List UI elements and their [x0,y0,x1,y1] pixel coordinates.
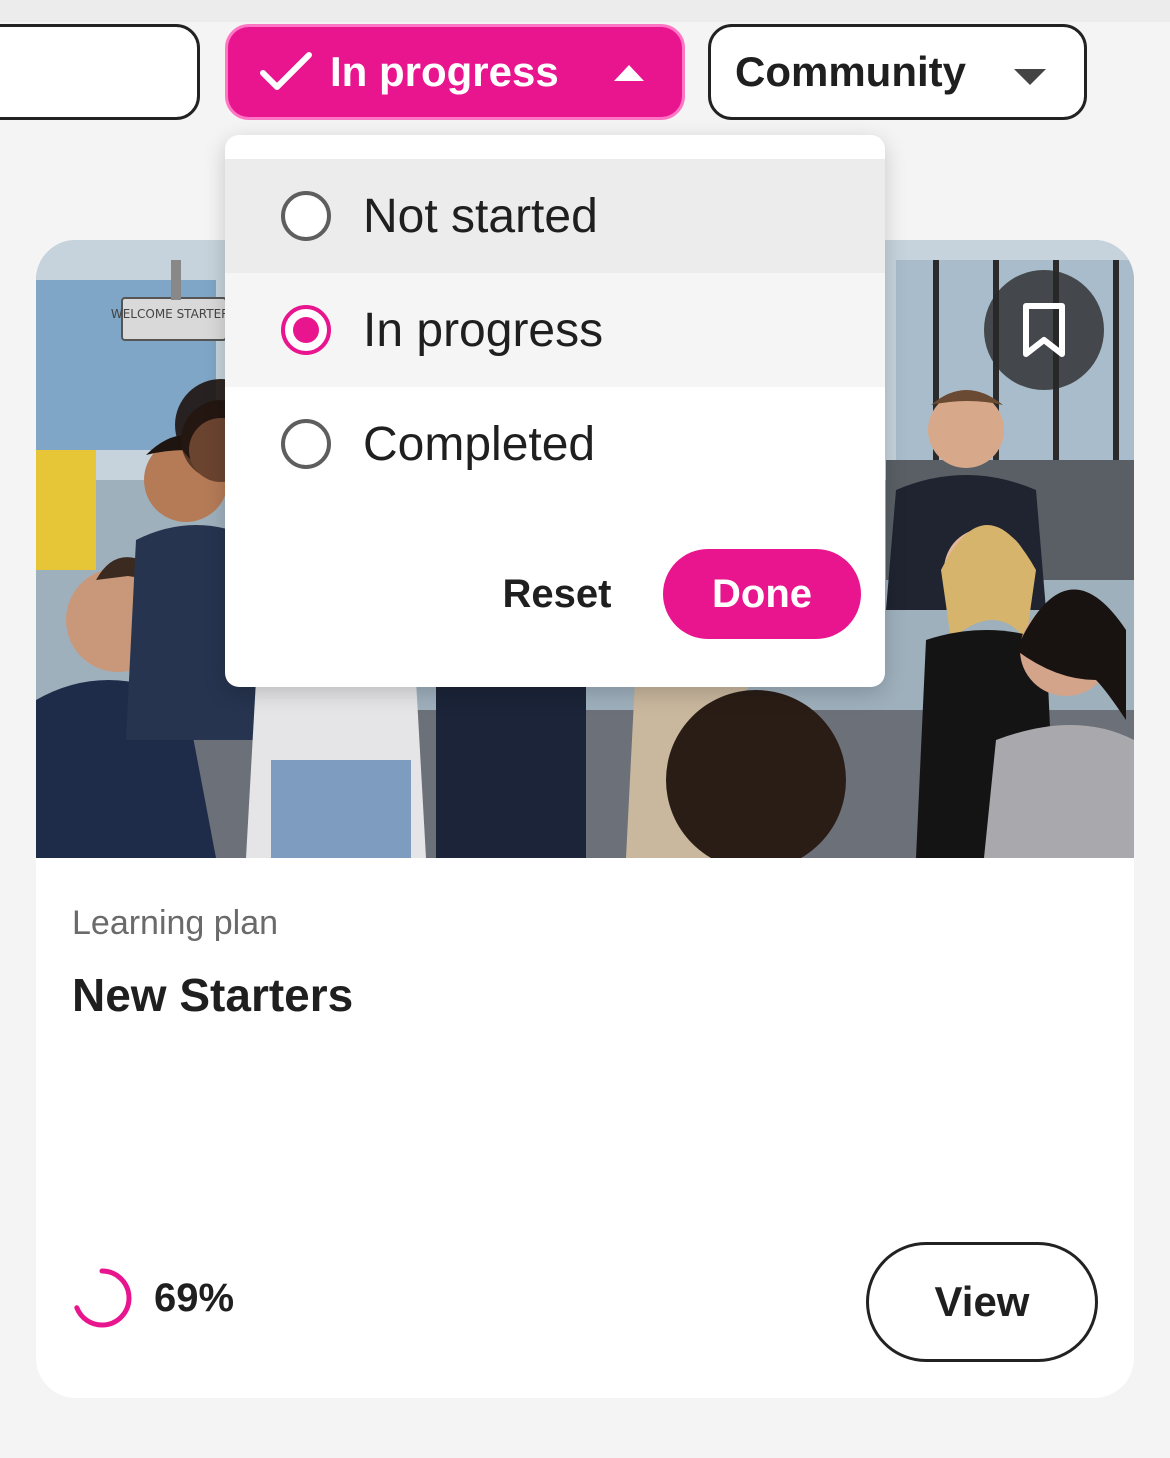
card-type-label: Learning plan [72,904,279,942]
status-dropdown: Not started In progress Completed Reset … [225,135,885,687]
card-title[interactable]: New Starters [72,968,353,1022]
progress-percent: 69% [154,1275,235,1320]
option-label: Completed [363,417,596,471]
community-filter-label: Community [735,48,966,95]
chevron-up-icon [614,65,644,81]
progress-indicator: 69% [70,1266,234,1330]
status-filter-label: In progress [330,48,559,95]
status-filter-chip[interactable]: In progress [225,24,685,120]
reset-button[interactable]: Reset [487,549,627,639]
option-label: Not started [363,189,598,243]
chevron-down-icon [1014,69,1046,85]
done-button[interactable]: Done [663,549,861,639]
radio-in-progress[interactable] [281,305,331,355]
view-button[interactable]: View [866,1242,1098,1362]
check-icon [258,48,316,96]
community-filter-chip[interactable]: Community [708,24,1087,120]
progress-ring [72,1268,132,1328]
page: In progress Community WELCOME STARTERS L… [0,0,1170,1458]
bookmark-button[interactable] [984,270,1104,390]
option-label: In progress [363,303,604,357]
radio-completed[interactable] [281,419,331,469]
top-bar [0,0,1170,22]
option-not-started[interactable]: Not started [225,159,885,273]
filter-chip-previous[interactable] [0,24,200,120]
option-in-progress[interactable]: In progress [225,273,885,387]
radio-not-started[interactable] [281,191,331,241]
welcome-sign-text: WELCOME STARTERS [111,307,237,321]
option-completed[interactable]: Completed [225,387,885,501]
bookmark-icon [1020,302,1068,358]
